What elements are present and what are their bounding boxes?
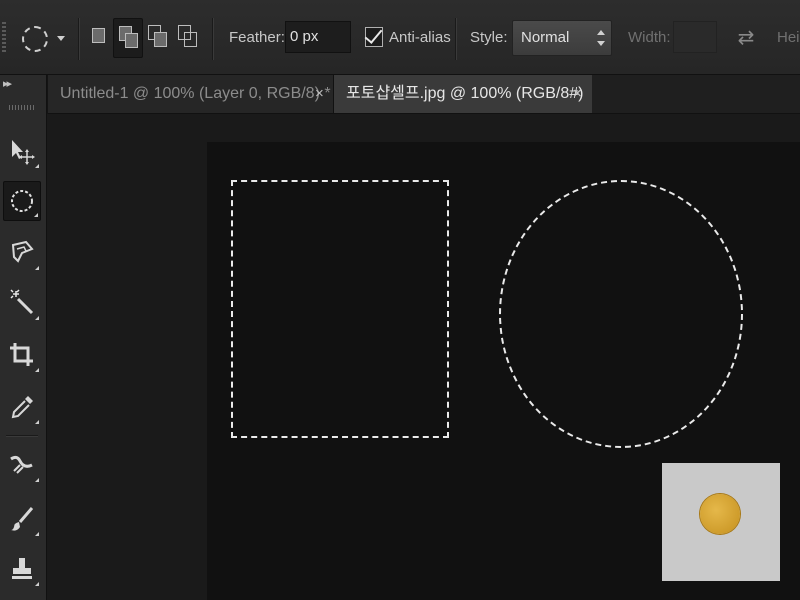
document-tabs: Untitled-1 @ 100% (Layer 0, RGB/8) * × 포… — [48, 75, 800, 114]
panel-grip[interactable] — [9, 105, 35, 110]
width-input[interactable] — [673, 21, 717, 53]
style-select-value: Normal — [521, 29, 570, 46]
photoshop-window: Feather: 0 px Anti-alias Style: Normal W… — [0, 0, 800, 600]
brush-tool-button[interactable] — [3, 499, 41, 539]
add-to-selection-button[interactable] — [113, 18, 143, 58]
close-icon[interactable]: × — [573, 75, 582, 113]
antialias-label: Anti-alias — [389, 29, 451, 46]
new-selection-button[interactable] — [84, 18, 114, 58]
coin-logo-icon — [700, 494, 740, 534]
width-label: Width: — [628, 29, 671, 46]
lasso-tool-icon — [11, 240, 34, 263]
tool-preset-picker[interactable] — [18, 22, 70, 56]
options-bar-grip[interactable] — [2, 22, 6, 54]
height-label: Heig — [777, 29, 800, 46]
brush-tool-icon — [11, 507, 34, 531]
tab-label: Untitled-1 @ 100% (Layer 0, RGB/8) * — [60, 85, 331, 102]
lasso-tool-button[interactable] — [3, 233, 41, 273]
clone-stamp-tool-button[interactable] — [3, 549, 41, 589]
select-arrows-icon — [597, 30, 605, 46]
healing-brush-tool-button[interactable] — [3, 445, 41, 485]
divider — [78, 18, 79, 60]
tab-label: 포토샵셀프.jpg @ 100% (RGB/8#) — [346, 85, 584, 102]
intersect-with-selection-button[interactable] — [173, 18, 203, 58]
divider — [212, 18, 213, 60]
swap-width-height-icon[interactable]: ⇄ — [735, 26, 757, 50]
move-tool-button[interactable] — [3, 131, 41, 171]
magic-wand-tool-button[interactable] — [3, 283, 41, 323]
magic-wand-tool-icon — [10, 289, 34, 315]
collapse-panel-icon[interactable]: ▸▸ — [3, 77, 12, 90]
close-icon[interactable]: × — [315, 75, 324, 113]
style-select[interactable]: Normal — [512, 20, 612, 56]
new-selection-icon — [92, 28, 105, 43]
tools-panel: ▸▸ — [0, 75, 47, 600]
eyedropper-tool-button[interactable] — [3, 387, 41, 427]
antialias-checkbox[interactable] — [364, 25, 383, 47]
feather-label: Feather: — [229, 29, 285, 46]
divider — [6, 435, 38, 436]
elliptical-marquee-tool-icon — [11, 190, 33, 212]
divider — [455, 18, 456, 60]
checkmark-icon — [364, 25, 383, 44]
eyedropper-tool-icon — [11, 396, 33, 419]
style-label: Style: — [470, 29, 508, 46]
chevron-down-icon — [57, 36, 65, 41]
tab-photoshop-self-jpg[interactable]: 포토샵셀프.jpg @ 100% (RGB/8#) × — [334, 75, 592, 113]
clone-stamp-tool-icon — [12, 558, 32, 579]
healing-brush-tool-icon — [10, 455, 33, 474]
watermark-logo — [662, 463, 780, 581]
tab-untitled-1[interactable]: Untitled-1 @ 100% (Layer 0, RGB/8) * × — [48, 75, 334, 113]
move-tool-icon — [12, 140, 35, 165]
elliptical-selection — [499, 180, 743, 448]
crop-tool-button[interactable] — [3, 335, 41, 375]
options-bar: Feather: 0 px Anti-alias Style: Normal W… — [0, 0, 800, 75]
elliptical-marquee-icon — [22, 26, 48, 52]
rectangular-selection — [231, 180, 449, 438]
crop-tool-icon — [10, 343, 33, 366]
elliptical-marquee-tool-button[interactable] — [3, 181, 41, 221]
feather-input[interactable]: 0 px — [285, 21, 351, 53]
subtract-from-selection-button[interactable] — [143, 18, 173, 58]
